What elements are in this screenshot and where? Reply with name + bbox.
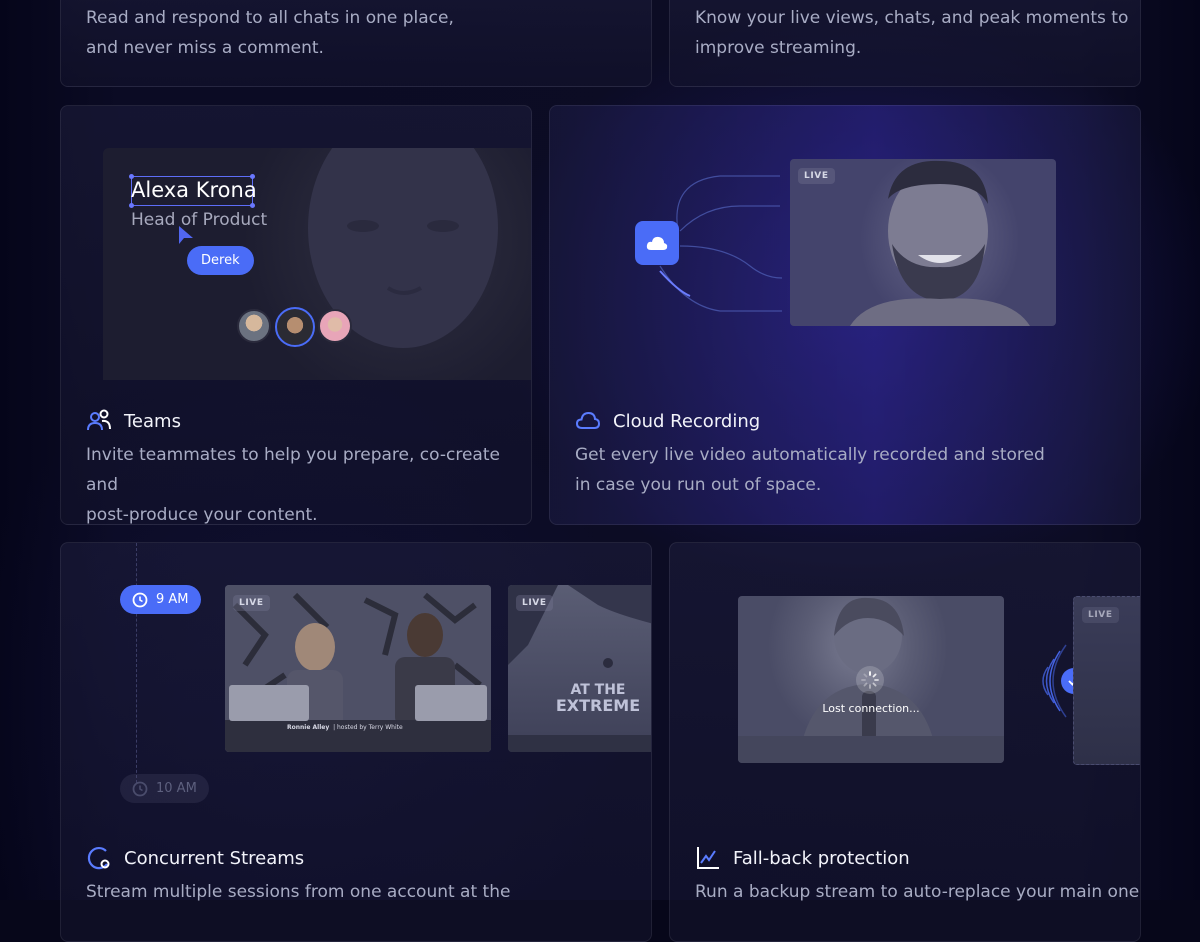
concurrent-icon <box>87 846 110 870</box>
live-chat-card: Read and respond to all chats in one pla… <box>60 0 652 87</box>
users-icon <box>87 409 111 431</box>
lower-third-caption: Ronnie Alley | hosted by Terry White <box>287 724 403 731</box>
live-badge: LIVE <box>1082 607 1119 623</box>
concurrent-streams-description: Stream multiple sessions from one accoun… <box>86 882 511 902</box>
time-9am-pill[interactable]: 9 AM <box>120 585 201 614</box>
cloud-recording-description: Get every live video automatically recor… <box>575 445 1045 495</box>
live-badge: LIVE <box>233 595 270 611</box>
fallback-description: Run a backup stream to auto-replace your… <box>695 882 1140 902</box>
poster-title: AT THE EXTREME <box>555 682 641 715</box>
cloud-recording-title: Cloud Recording <box>575 408 760 434</box>
analytics-description: Know your live views, chats, and peak mo… <box>695 8 1129 58</box>
presenter-role: Head of Product <box>131 210 268 230</box>
avatar-man-blond[interactable] <box>237 309 271 343</box>
loading-spinner <box>856 666 884 694</box>
connection-status: Lost connection... <box>822 702 920 715</box>
clock-icon <box>132 592 148 607</box>
cloud-icon <box>575 411 601 429</box>
cloud-icon <box>646 236 668 250</box>
spinner-icon <box>861 671 879 689</box>
teams-preview: Alexa Krona Head of Product Derek <box>103 148 531 380</box>
concurrent-streams-card: 9 AM 10 AM LIVE Ronnie Alley | hosted by… <box>60 542 652 942</box>
concurrent-streams-title: Concurrent Streams <box>86 845 304 871</box>
live-chat-description: Read and respond to all chats in one pla… <box>86 8 454 58</box>
avatar-man-dark-hair[interactable] <box>275 307 315 347</box>
teams-card: Alexa Krona Head of Product Derek Teams … <box>60 105 532 525</box>
cursor-label: Derek <box>187 246 254 275</box>
chart-icon <box>697 847 719 869</box>
fallback-protection-card: Lost connection... LIVE Fall-back protec… <box>669 542 1141 942</box>
analytics-card: Know your live views, chats, and peak mo… <box>669 0 1141 87</box>
stream-preview-podcast[interactable]: LIVE Ronnie Alley | hosted by Terry Whit… <box>225 585 491 752</box>
live-badge: LIVE <box>516 595 553 611</box>
backup-stream-preview[interactable]: LIVE <box>1073 596 1140 765</box>
cloud-upload-button[interactable] <box>635 221 679 265</box>
time-10am-pill[interactable]: 10 AM <box>120 774 209 803</box>
clock-icon <box>132 781 148 796</box>
teams-title: Teams <box>86 408 181 434</box>
stream-preview-poster[interactable]: LIVE AT THE EXTREME <box>508 585 651 752</box>
cloud-recording-card: LIVE Cloud Recording Get every live vide… <box>549 105 1141 525</box>
presenter-name: Alexa Krona <box>131 178 257 202</box>
live-badge: LIVE <box>798 168 835 184</box>
fallback-title: Fall-back protection <box>695 845 910 871</box>
teams-description: Invite teammates to help you prepare, co… <box>86 445 500 525</box>
main-stream-preview[interactable]: Lost connection... <box>738 596 1004 763</box>
man-smiling-photo <box>850 160 1030 326</box>
cursor-icon <box>179 226 193 244</box>
timeline-line <box>136 543 137 783</box>
avatar-woman[interactable] <box>318 309 352 343</box>
recording-preview: LIVE <box>790 159 1056 326</box>
